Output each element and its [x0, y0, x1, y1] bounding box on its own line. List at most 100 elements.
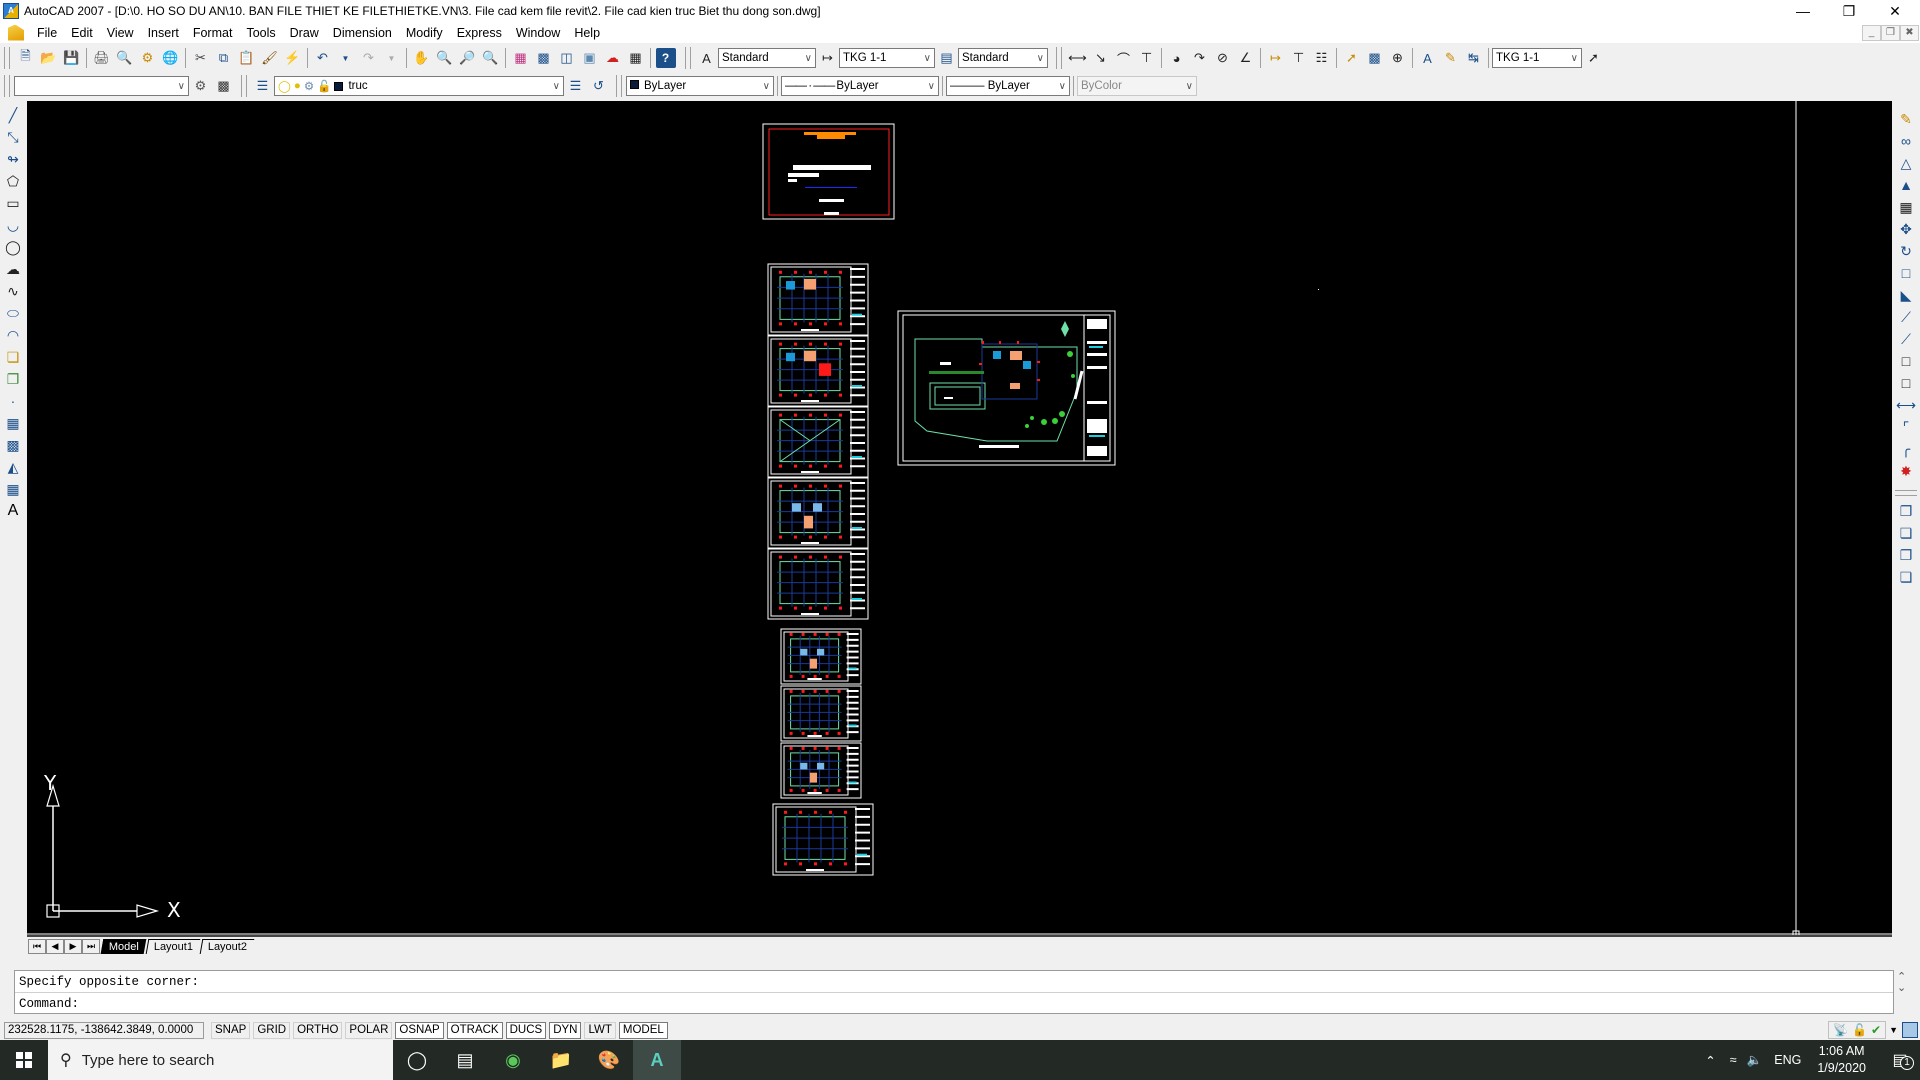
bring-to-front-icon[interactable]: ❐ — [1896, 501, 1916, 521]
cortana-icon[interactable]: ◯ — [393, 1040, 441, 1080]
extend-icon[interactable]: ⟋ — [1896, 329, 1916, 349]
ellipse-icon[interactable]: ⬭ — [3, 303, 23, 323]
drawing-canvas[interactable]: Y X — [27, 101, 1892, 937]
move-icon[interactable]: ✥ — [1896, 219, 1916, 239]
region-icon[interactable]: ◭ — [3, 457, 23, 477]
angular-dimension-icon[interactable]: ∠ — [1236, 48, 1256, 68]
toggle-ortho[interactable]: ORTHO — [293, 1021, 343, 1039]
clock[interactable]: 1:06 AM 1/9/2020 — [1817, 1043, 1866, 1077]
coccoc-browser-icon[interactable]: ◉ — [489, 1040, 537, 1080]
plotstyle-select[interactable]: ByColor ∨ — [1077, 76, 1197, 96]
quickcalc-icon[interactable]: ▦ — [626, 48, 646, 68]
section-2-sheet[interactable] — [780, 742, 862, 799]
coordinate-readout[interactable]: 232528.1175, -138642.3849, 0.0000 — [4, 1021, 204, 1039]
toolbar-grip[interactable] — [1056, 47, 1062, 69]
line-icon[interactable]: ╱ — [3, 105, 23, 125]
linetype-select[interactable]: —— · —— ByLayer ∨ — [781, 76, 939, 96]
paste-icon[interactable]: 📋 — [237, 48, 257, 68]
send-under-icon[interactable]: ❏ — [1896, 567, 1916, 587]
toggle-ducs[interactable]: DUCS — [505, 1021, 547, 1039]
match-properties-icon[interactable]: 🖌 — [260, 48, 280, 68]
next-tab-button[interactable]: ▶ — [64, 938, 82, 954]
revision-cloud-icon[interactable]: ☁ — [3, 259, 23, 279]
toggle-otrack[interactable]: OTRACK — [446, 1021, 503, 1039]
dimension-style-manager-icon[interactable]: ➚ — [1584, 48, 1604, 68]
menu-format[interactable]: Format — [186, 26, 240, 40]
trim-icon[interactable]: ⟋ — [1896, 307, 1916, 327]
toggle-grid[interactable]: GRID — [253, 1021, 291, 1039]
spline-icon[interactable]: ∿ — [3, 281, 23, 301]
file-explorer-icon[interactable]: 📁 — [537, 1040, 585, 1080]
fillet-icon[interactable]: ╭ — [1896, 439, 1916, 459]
center-mark-icon[interactable]: ⊕ — [1388, 48, 1408, 68]
doc-minimize-button[interactable]: _ — [1862, 25, 1881, 41]
publish-icon[interactable]: ⚙ — [138, 48, 158, 68]
last-tab-button[interactable]: ⏭ — [82, 938, 100, 954]
toolbar-grip[interactable] — [4, 47, 10, 69]
scale-icon[interactable]: □ — [1896, 263, 1916, 283]
table-icon[interactable]: ▦ — [3, 479, 23, 499]
cut-icon[interactable]: ✂ — [191, 48, 211, 68]
toolbar-grip[interactable] — [1895, 490, 1917, 496]
table-style-icon[interactable]: ▤ — [937, 48, 957, 68]
taskbar-search[interactable]: ⚲ Type here to search — [48, 1040, 393, 1080]
menu-edit[interactable]: Edit — [64, 26, 100, 40]
command-input[interactable]: Command: — [15, 993, 1893, 1015]
layer-manager-icon[interactable]: ☰ — [253, 76, 273, 96]
redo-icon[interactable]: ↷ — [359, 48, 379, 68]
aligned-dimension-icon[interactable]: ↘ — [1091, 48, 1111, 68]
point-icon[interactable]: · — [3, 391, 23, 411]
document-icon[interactable] — [8, 24, 24, 41]
gradient-icon[interactable]: ▩ — [3, 435, 23, 455]
explode-icon[interactable]: ✸ — [1896, 461, 1916, 481]
elevation-side-1-sheet[interactable] — [780, 628, 862, 685]
color-select[interactable]: ByLayer ∨ — [626, 76, 774, 96]
zoom-realtime-icon[interactable]: 🔍 — [435, 48, 455, 68]
undo-icon[interactable]: ↶ — [313, 48, 333, 68]
markup-set-icon[interactable]: ☁ — [603, 48, 623, 68]
floor-plan-2-sheet[interactable] — [767, 335, 869, 407]
menu-view[interactable]: View — [100, 26, 141, 40]
dim-style-select[interactable]: TKG 1-1 ∨ — [839, 48, 935, 68]
first-tab-button[interactable]: ⏮ — [28, 938, 46, 954]
previous-tab-button[interactable]: ◀ — [46, 938, 64, 954]
task-view-icon[interactable]: ▤ — [441, 1040, 489, 1080]
menu-tools[interactable]: Tools — [239, 26, 282, 40]
chamfer-icon[interactable]: ⌜ — [1896, 417, 1916, 437]
plot-icon[interactable]: 🖨 — [92, 48, 112, 68]
menu-draw[interactable]: Draw — [283, 26, 326, 40]
diameter-dimension-icon[interactable]: ⊘ — [1213, 48, 1233, 68]
dim-style-icon[interactable]: ↦ — [818, 48, 838, 68]
tab-model[interactable]: Model — [100, 938, 147, 954]
insert-block-icon[interactable]: ❏ — [3, 347, 23, 367]
tolerance-icon[interactable]: ▩ — [1365, 48, 1385, 68]
communication-center-icon[interactable]: 📡 — [1833, 1023, 1848, 1037]
mirror-icon[interactable]: △ — [1896, 153, 1916, 173]
dimension-edit-icon[interactable]: A — [1418, 48, 1438, 68]
block-editor-icon[interactable]: ⚡ — [283, 48, 303, 68]
my-workspace-icon[interactable]: ▩ — [214, 76, 234, 96]
break-at-point-icon[interactable]: □ — [1896, 351, 1916, 371]
restore-button[interactable]: ❐ — [1826, 0, 1872, 22]
toolbar-grip[interactable] — [685, 47, 691, 69]
toolbar-grip[interactable] — [4, 75, 10, 97]
quick-leader-icon[interactable]: ➚ — [1342, 48, 1362, 68]
redo-dropdown-icon[interactable]: ▼ — [382, 48, 402, 68]
jogged-dimension-icon[interactable]: ↷ — [1190, 48, 1210, 68]
baseline-dimension-icon[interactable]: ⊤ — [1289, 48, 1309, 68]
save-icon[interactable]: 💾 — [62, 48, 82, 68]
toggle-polar[interactable]: POLAR — [345, 1021, 393, 1039]
elevation-front-sheet[interactable] — [767, 477, 869, 549]
minimize-button[interactable]: — — [1780, 0, 1826, 22]
dimension-text-edit-icon[interactable]: ✎ — [1441, 48, 1461, 68]
copy-icon[interactable]: ⧉ — [214, 48, 234, 68]
elevation-rear-sheet[interactable] — [767, 548, 869, 620]
text-style-icon[interactable]: A — [697, 48, 717, 68]
array-icon[interactable]: ▦ — [1896, 197, 1916, 217]
toggle-snap[interactable]: SNAP — [211, 1021, 251, 1039]
clean-screen-icon[interactable] — [1902, 1022, 1918, 1038]
multiline-text-icon[interactable]: A — [3, 501, 23, 521]
bring-above-icon[interactable]: ❐ — [1896, 545, 1916, 565]
action-center-button[interactable]: ▤ 1 — [1880, 1050, 1920, 1070]
cad-standards-icon[interactable]: ✔ — [1871, 1023, 1881, 1037]
